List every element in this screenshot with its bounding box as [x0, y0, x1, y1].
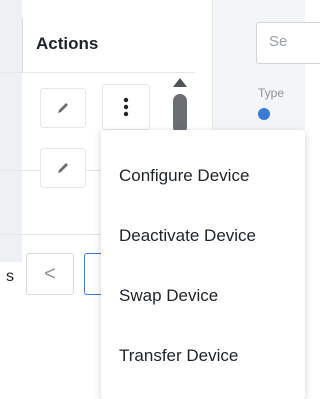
search-input[interactable]: Se — [256, 22, 320, 64]
search-placeholder: Se — [269, 33, 288, 50]
chevron-left-icon: < — [44, 262, 56, 285]
pencil-icon — [58, 163, 68, 173]
header-divider — [0, 72, 195, 73]
vertical-ellipsis-icon — [123, 97, 129, 117]
menu-item-transfer-device[interactable]: Transfer Device — [101, 326, 305, 386]
type-label: Type — [258, 86, 285, 100]
menu-item-deactivate-device[interactable]: Deactivate Device — [101, 206, 305, 266]
edit-button[interactable] — [40, 88, 86, 128]
scrollbar-thumb[interactable] — [173, 94, 187, 134]
pencil-icon — [58, 103, 68, 113]
edit-button[interactable] — [40, 148, 86, 188]
scroll-up-arrow[interactable] — [173, 78, 187, 87]
column-divider — [22, 18, 23, 72]
menu-item-swap-device[interactable]: Swap Device — [101, 266, 305, 326]
pagination-label: s — [6, 268, 14, 285]
actions-column-header: Actions — [36, 34, 99, 53]
actions-dropdown-menu: Configure Device Deactivate Device Swap … — [101, 130, 305, 399]
more-actions-button[interactable] — [102, 84, 150, 130]
menu-item-configure-device[interactable]: Configure Device — [101, 146, 305, 206]
previous-page-button[interactable]: < — [26, 253, 74, 295]
type-radio[interactable] — [258, 108, 270, 120]
